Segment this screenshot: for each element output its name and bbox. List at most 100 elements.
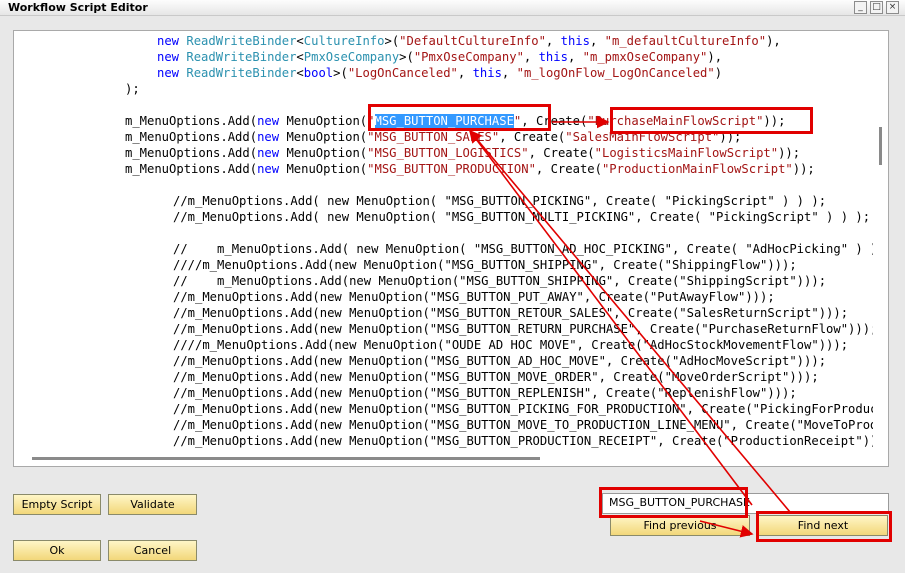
code-line: //m_MenuOptions.Add(new MenuOption("MSG_… — [173, 385, 797, 401]
code-token: )); — [763, 114, 786, 128]
code-token: m_MenuOptions.Add( — [125, 130, 258, 144]
code-token: MenuOption( — [286, 114, 368, 128]
code-token: , — [545, 34, 561, 48]
code-token: //m_MenuOptions.Add(new MenuOption("MSG_… — [173, 290, 775, 304]
code-line: //m_MenuOptions.Add( new MenuOption( "MS… — [173, 193, 826, 209]
code-token: new — [157, 50, 187, 64]
code-token: this — [472, 66, 502, 80]
code-token: // m_MenuOptions.Add( new MenuOption( "M… — [173, 242, 889, 256]
code-token: //m_MenuOptions.Add(new MenuOption("MSG_… — [173, 306, 849, 320]
code-token: MenuOption( — [286, 146, 368, 160]
code-token: "m_logOnFlow_LogOnCanceled" — [516, 66, 715, 80]
code-line: new ReadWriteBinder<CultureInfo>("Defaul… — [157, 33, 781, 49]
code-line: new ReadWriteBinder<PmxOseCompany>("PmxO… — [157, 49, 722, 65]
code-token: //m_MenuOptions.Add(new MenuOption("MSG_… — [173, 402, 889, 416]
find-input[interactable]: MSG_BUTTON_PURCHASE — [602, 493, 889, 514]
find-previous-button[interactable]: Find previous — [610, 515, 750, 536]
code-token: m_MenuOptions.Add( — [125, 146, 258, 160]
code-line: //m_MenuOptions.Add(new MenuOption("MSG_… — [173, 305, 848, 321]
code-token: this — [560, 34, 590, 48]
find-next-button[interactable]: Find next — [758, 515, 888, 536]
code-line: //m_MenuOptions.Add(new MenuOption("MSG_… — [173, 433, 889, 449]
code-line: m_MenuOptions.Add(new MenuOption("MSG_BU… — [125, 161, 815, 177]
minimize-icon[interactable]: _ — [854, 1, 867, 14]
code-token: new — [257, 130, 287, 144]
code-token: ); — [125, 82, 140, 96]
code-line: ////m_MenuOptions.Add(new MenuOption("MS… — [173, 257, 797, 273]
code-line: //m_MenuOptions.Add(new MenuOption("MSG_… — [173, 369, 819, 385]
horizontal-scroll-thumb[interactable] — [32, 457, 540, 460]
code-line: m_MenuOptions.Add(new MenuOption("MSG_BU… — [125, 145, 800, 161]
code-token: new — [257, 162, 287, 176]
empty-script-button[interactable]: Empty Script — [13, 494, 101, 515]
code-token: , Create( — [521, 114, 588, 128]
code-token: CultureInfo — [303, 34, 385, 48]
code-line: //m_MenuOptions.Add(new MenuOption("MSG_… — [173, 321, 877, 337]
code-token: "ProductionMainFlowScript" — [601, 162, 793, 176]
code-line: // m_MenuOptions.Add(new MenuOption("MSG… — [173, 273, 826, 289]
ok-button[interactable]: Ok — [13, 540, 101, 561]
code-token: //m_MenuOptions.Add(new MenuOption("MSG_… — [173, 386, 797, 400]
window-title: Workflow Script Editor — [8, 1, 148, 14]
code-token: MenuOption( — [286, 130, 368, 144]
code-token: )); — [778, 146, 801, 160]
code-token: < — [296, 34, 304, 48]
code-token: //m_MenuOptions.Add( new MenuOption( "MS… — [173, 194, 827, 208]
code-token: , — [567, 50, 583, 64]
code-line: //m_MenuOptions.Add(new MenuOption("MSG_… — [173, 353, 826, 369]
code-token: ), — [766, 34, 781, 48]
code-token: m_MenuOptions.Add( — [125, 114, 258, 128]
code-token: ////m_MenuOptions.Add(new MenuOption("MS… — [173, 258, 797, 272]
code-line: //m_MenuOptions.Add(new MenuOption("MSG_… — [173, 401, 889, 417]
code-token: //m_MenuOptions.Add(new MenuOption("MSG_… — [173, 354, 827, 368]
code-token: , Create( — [499, 130, 566, 144]
code-token: "MSG_BUTTON_LOGISTICS" — [367, 146, 529, 160]
code-token: MenuOption( — [286, 162, 368, 176]
code-token: ////m_MenuOptions.Add(new MenuOption("OU… — [173, 338, 849, 352]
code-token: "SalesMainFlowScript" — [565, 130, 720, 144]
code-token: , — [589, 34, 605, 48]
code-token: "LogOnCanceled" — [347, 66, 458, 80]
code-token: "m_pmxOseCompany" — [582, 50, 708, 64]
code-token: "m_defaultCultureInfo" — [604, 34, 767, 48]
code-token: "MSG_BUTTON_SALES" — [367, 130, 500, 144]
code-token: >( — [384, 34, 400, 48]
code-token: bool — [303, 66, 334, 80]
vertical-scroll-thumb[interactable] — [879, 127, 882, 165]
code-line: m_MenuOptions.Add(new MenuOption("MSG_BU… — [125, 129, 741, 145]
code-token: ReadWriteBinder — [186, 66, 297, 80]
code-token: "DefaultCultureInfo" — [399, 34, 546, 48]
code-token: "MSG_BUTTON_PRODUCTION" — [367, 162, 536, 176]
code-token: new — [257, 114, 287, 128]
code-line: new ReadWriteBinder<bool>("LogOnCanceled… — [157, 65, 722, 81]
close-icon[interactable]: × — [886, 1, 899, 14]
code-token: this — [538, 50, 568, 64]
code-token: PmxOseCompany — [303, 50, 400, 64]
code-token: m_MenuOptions.Add( — [125, 162, 258, 176]
code-token: //m_MenuOptions.Add(new MenuOption("MSG_… — [173, 434, 889, 448]
code-line: //m_MenuOptions.Add(new MenuOption("MSG_… — [173, 289, 775, 305]
code-token: "LogisticsMainFlowScript" — [594, 146, 779, 160]
code-line: ////m_MenuOptions.Add(new MenuOption("OU… — [173, 337, 848, 353]
cancel-button[interactable]: Cancel — [108, 540, 197, 561]
code-line: // m_MenuOptions.Add( new MenuOption( "M… — [173, 241, 889, 257]
code-editor[interactable]: new ReadWriteBinder<CultureInfo>("Defaul… — [13, 30, 889, 467]
code-token: , — [501, 66, 517, 80]
title-bar[interactable]: Workflow Script Editor _ □ × — [0, 0, 905, 16]
code-token: new — [257, 146, 287, 160]
code-token: new — [157, 34, 187, 48]
code-token: )); — [792, 162, 815, 176]
code-token: , — [523, 50, 539, 64]
horizontal-scrollbar[interactable] — [14, 451, 875, 466]
code-token: " — [367, 114, 375, 128]
code-line: m_MenuOptions.Add(new MenuOption("MSG_BU… — [125, 113, 785, 129]
code-token: //m_MenuOptions.Add(new MenuOption("MSG_… — [173, 322, 878, 336]
validate-button[interactable]: Validate — [108, 494, 197, 515]
code-token: ) — [714, 66, 723, 80]
code-token: //m_MenuOptions.Add(new MenuOption("MSG_… — [173, 370, 819, 384]
code-token: //m_MenuOptions.Add(new MenuOption("MSG_… — [173, 418, 889, 432]
code-line: //m_MenuOptions.Add( new MenuOption( "MS… — [173, 209, 870, 225]
code-token: < — [296, 66, 304, 80]
vertical-scrollbar[interactable] — [873, 31, 888, 466]
maximize-icon[interactable]: □ — [870, 1, 883, 14]
